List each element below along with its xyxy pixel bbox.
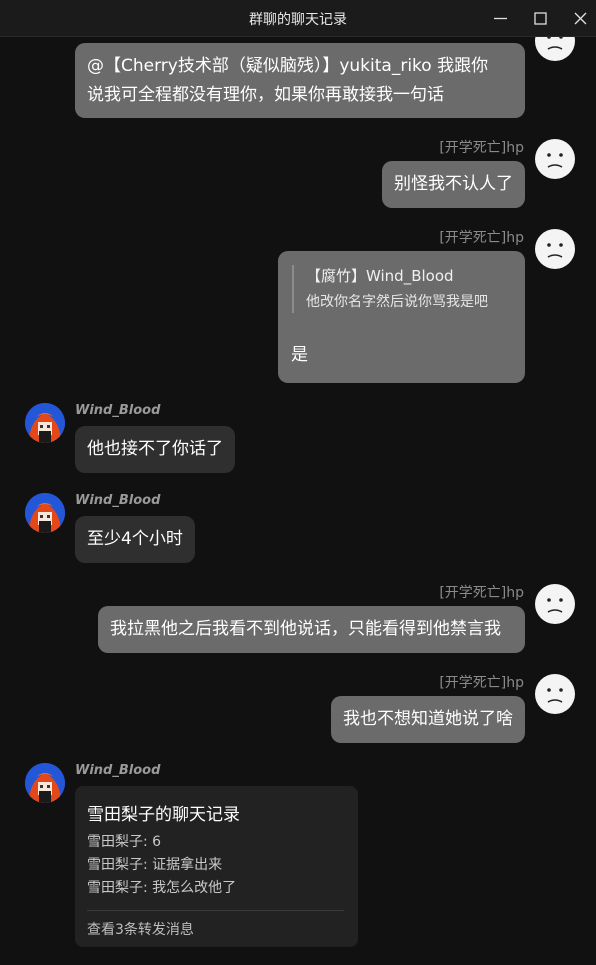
message-text: 别怪我不认人了 — [394, 174, 513, 194]
forward-title: 雪田梨子的聊天记录 — [87, 805, 240, 825]
avatar[interactable] — [535, 584, 575, 624]
sender-name: [开学死亡]hp — [439, 140, 524, 156]
close-button[interactable] — [560, 0, 596, 36]
avatar[interactable] — [535, 139, 575, 179]
face-icon — [547, 598, 563, 613]
message-text: 我也不想知道她说了啥 — [343, 709, 513, 729]
minimize-icon — [494, 17, 507, 20]
sender-name: Wind_Blood — [75, 403, 161, 418]
divider — [87, 910, 344, 911]
message-bubble[interactable]: 别怪我不认人了 — [382, 161, 525, 208]
anime-avatar-icon — [25, 403, 65, 443]
sender-name: [开学死亡]hp — [439, 675, 524, 691]
avatar[interactable] — [535, 229, 575, 269]
forwarded-chat-card[interactable]: 雪田梨子的聊天记录 雪田梨子: 6 雪田梨子: 证据拿出来 雪田梨子: 我怎么改… — [75, 786, 358, 947]
message-bubble[interactable]: 我也不想知道她说了啥 — [331, 696, 525, 743]
message-text: 至少4个小时 — [87, 529, 183, 549]
avatar[interactable] — [25, 403, 65, 443]
message-bubble[interactable]: 他也接不了你话了 — [75, 426, 235, 473]
message-text: 我拉黑他之后我看不到他说话，只能看得到他禁言我 — [110, 619, 501, 639]
quote-author: 【腐竹】Wind_Blood — [306, 267, 454, 285]
message-text: 说我可全程都没有理你，如果你再敢接我一句话 — [87, 85, 444, 105]
face-icon — [547, 37, 563, 50]
message-text: @【Cherry技术部（疑似脑残）】yukita_riko 我跟你 — [87, 56, 489, 76]
avatar[interactable] — [25, 763, 65, 803]
forward-line: 雪田梨子: 我怎么改他了 — [87, 880, 237, 896]
forward-line: 雪田梨子: 证据拿出来 — [87, 857, 223, 873]
quoted-message[interactable]: 【腐竹】Wind_Blood 他改你名字然后说你骂我是吧 — [292, 265, 488, 313]
chat-history[interactable]: @【Cherry技术部（疑似脑残）】yukita_riko 我跟你 说我可全程都… — [0, 37, 596, 965]
close-icon — [574, 12, 587, 25]
sender-name: Wind_Blood — [75, 493, 161, 508]
quote-text: 他改你名字然后说你骂我是吧 — [306, 294, 488, 310]
avatar[interactable] — [535, 674, 575, 714]
anime-avatar-icon — [25, 763, 65, 803]
avatar[interactable] — [535, 37, 575, 61]
sender-name: Wind_Blood — [75, 763, 161, 778]
title-bar: 群聊的聊天记录 — [0, 0, 596, 37]
message-bubble[interactable]: 至少4个小时 — [75, 516, 195, 563]
face-icon — [547, 153, 563, 168]
face-icon — [547, 243, 563, 258]
reply-bubble[interactable]: 【腐竹】Wind_Blood 他改你名字然后说你骂我是吧 是 — [278, 251, 525, 383]
avatar[interactable] — [25, 493, 65, 533]
anime-avatar-icon — [25, 493, 65, 533]
maximize-button[interactable] — [520, 0, 560, 36]
forward-line: 雪田梨子: 6 — [87, 834, 162, 850]
message-bubble[interactable]: @【Cherry技术部（疑似脑残）】yukita_riko 我跟你 说我可全程都… — [75, 43, 525, 118]
face-icon — [547, 688, 563, 703]
sender-name: [开学死亡]hp — [439, 230, 524, 246]
message-text: 他也接不了你话了 — [87, 439, 223, 459]
sender-name: [开学死亡]hp — [439, 585, 524, 601]
message-text: 是 — [291, 345, 308, 365]
message-bubble[interactable]: 我拉黑他之后我看不到他说话，只能看得到他禁言我 — [98, 606, 525, 653]
maximize-icon — [534, 12, 547, 25]
view-forwarded-link[interactable]: 查看3条转发消息 — [87, 919, 194, 939]
minimize-button[interactable] — [480, 0, 520, 36]
